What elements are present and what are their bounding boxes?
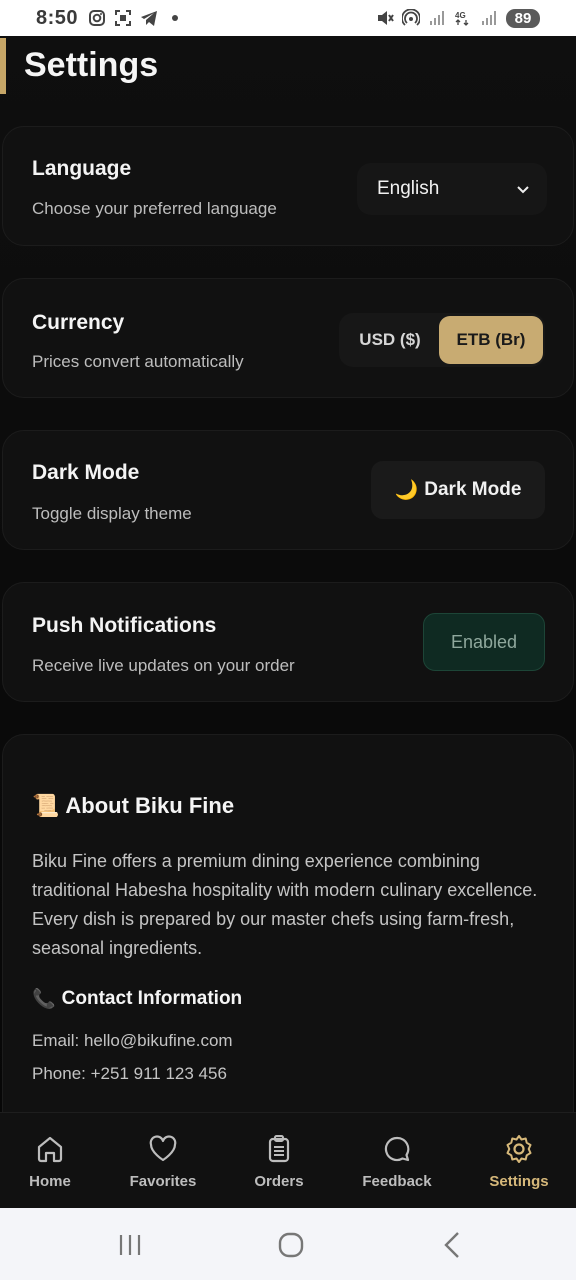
language-card: Language Choose your preferred language … xyxy=(2,126,574,246)
dark-mode-button-label: Dark Mode xyxy=(424,479,522,500)
status-bar: 8:50 4G 89 xyxy=(0,0,576,36)
settings-screen: Settings Language Choose your preferred … xyxy=(0,36,576,1112)
svg-text:4G: 4G xyxy=(455,11,466,20)
currency-card: Currency Prices convert automatically US… xyxy=(2,278,574,398)
dot-icon xyxy=(172,15,179,21)
chat-icon xyxy=(384,1136,410,1161)
telegram-icon xyxy=(141,11,158,26)
language-select[interactable]: English xyxy=(357,163,547,215)
dark-mode-title: Dark Mode xyxy=(32,461,140,484)
gear-icon xyxy=(506,1134,532,1163)
signal-icon xyxy=(430,11,444,25)
currency-toggle[interactable]: USD ($) ETB (Br) xyxy=(339,313,545,367)
contact-title: 📞 Contact Information xyxy=(32,987,242,1011)
nav-item-orders[interactable]: Orders xyxy=(224,1113,334,1209)
nav-label-home: Home xyxy=(29,1172,71,1190)
contact-phone[interactable]: Phone: +251 911 123 456 xyxy=(32,1064,227,1084)
dark-mode-card: Dark Mode Toggle display theme 🌙 Dark Mo… xyxy=(2,430,574,550)
nav-label-feedback: Feedback xyxy=(362,1172,432,1190)
chevron-down-icon xyxy=(517,186,529,194)
notifications-card: Push Notifications Receive live updates … xyxy=(2,582,574,702)
currency-option-usd[interactable]: USD ($) xyxy=(343,316,437,364)
contact-title-text: Contact Information xyxy=(61,988,243,1009)
nav-label-orders: Orders xyxy=(254,1172,304,1190)
language-selected-value: English xyxy=(377,178,440,199)
about-title: 📜 About Biku Fine xyxy=(32,793,234,819)
about-description: Biku Fine offers a premium dining experi… xyxy=(32,851,538,958)
about-title-text: About Biku Fine xyxy=(65,793,235,818)
signal-icon xyxy=(482,11,496,25)
battery-indicator: 89 xyxy=(506,8,540,28)
page-title: Settings xyxy=(24,46,159,84)
system-nav-bar xyxy=(0,1208,576,1280)
hotspot-icon xyxy=(402,9,420,26)
about-card: 📜 About Biku Fine Biku Fine offers a pre… xyxy=(2,734,574,1112)
status-left-icons xyxy=(88,9,184,27)
currency-subtitle: Prices convert automatically xyxy=(32,352,244,371)
bottom-nav: Home Favorites Orders Feedback Settings xyxy=(0,1112,576,1208)
status-right-icons: 4G 89 xyxy=(376,8,540,28)
clipboard-icon xyxy=(268,1134,290,1162)
instagram-icon xyxy=(89,10,106,26)
notifications-subtitle: Receive live updates on your order xyxy=(32,656,295,675)
language-title: Language xyxy=(32,157,132,180)
phone-icon: 📞 xyxy=(32,989,56,1010)
status-time: 8:50 xyxy=(36,6,79,29)
header-accent-bar xyxy=(0,38,6,94)
recents-icon[interactable] xyxy=(115,1230,145,1260)
screenshot-icon xyxy=(115,10,132,26)
nav-label-favorites: Favorites xyxy=(129,1172,197,1190)
nav-item-feedback[interactable]: Feedback xyxy=(342,1113,452,1209)
language-subtitle: Choose your preferred language xyxy=(32,199,277,218)
nav-label-settings: Settings xyxy=(489,1172,549,1190)
home-circle-icon[interactable] xyxy=(276,1230,306,1260)
nav-item-home[interactable]: Home xyxy=(0,1113,105,1209)
moon-icon: 🌙 xyxy=(394,480,419,501)
back-icon[interactable] xyxy=(438,1230,468,1260)
scroll-icon: 📜 xyxy=(32,793,60,818)
home-icon xyxy=(37,1136,63,1162)
currency-title: Currency xyxy=(32,311,125,334)
dark-mode-button[interactable]: 🌙 Dark Mode xyxy=(371,461,545,519)
nav-item-favorites[interactable]: Favorites xyxy=(108,1113,218,1209)
notifications-enabled-button[interactable]: Enabled xyxy=(423,613,545,671)
dark-mode-subtitle: Toggle display theme xyxy=(32,504,192,523)
4g-icon: 4G xyxy=(455,11,469,26)
currency-option-etb[interactable]: ETB (Br) xyxy=(439,316,543,364)
page-header: Settings xyxy=(0,36,576,124)
nav-item-settings[interactable]: Settings xyxy=(464,1113,574,1209)
heart-icon xyxy=(149,1134,177,1161)
mute-icon xyxy=(378,11,394,25)
contact-email[interactable]: Email: hello@bikufine.com xyxy=(32,1031,233,1051)
notifications-title: Push Notifications xyxy=(32,614,217,637)
